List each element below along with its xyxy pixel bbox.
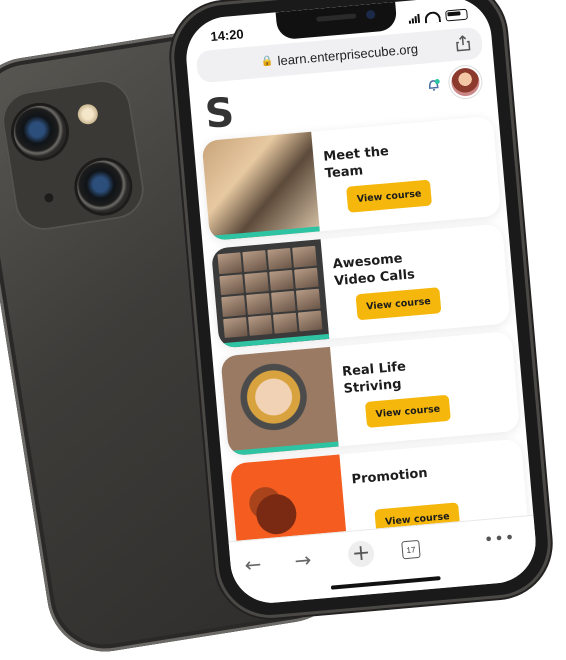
signal-icon	[408, 13, 421, 24]
wifi-icon	[424, 10, 442, 23]
url-text: learn.enterprisecube.org	[276, 40, 419, 68]
course-title: Real Life Striving	[341, 359, 407, 397]
flash-icon	[76, 102, 100, 126]
bell-icon[interactable]	[425, 76, 442, 93]
home-indicator[interactable]	[330, 576, 441, 590]
view-course-button[interactable]: View course	[364, 394, 451, 428]
course-title: Awesome Video Calls	[332, 251, 416, 290]
course-title: Meet the Team	[322, 144, 390, 182]
course-card[interactable]: Real Life Striving View course	[220, 331, 520, 457]
course-card[interactable]: Meet the Team View course	[201, 115, 502, 241]
view-course-button[interactable]: View course	[346, 179, 433, 213]
phone-screen: 14:20 🔒 learn.enterprisecube.org S Meet …	[182, 0, 540, 607]
back-arrow-icon[interactable]: ←	[244, 552, 263, 577]
course-list: Meet the Team View course Awesome Video …	[201, 115, 531, 572]
new-tab-icon[interactable]: +	[347, 539, 376, 569]
course-title: Promotion	[350, 465, 429, 488]
speaker-grille	[316, 13, 357, 22]
more-icon[interactable]: •••	[483, 527, 516, 549]
battery-icon	[445, 8, 468, 22]
app-logo[interactable]: S	[203, 89, 236, 137]
course-thumbnail	[201, 131, 320, 241]
course-card[interactable]: Awesome Video Calls View course	[210, 223, 511, 349]
microphone-dot	[43, 192, 55, 203]
forward-arrow-icon[interactable]: →	[293, 547, 312, 572]
view-course-button[interactable]: View course	[355, 287, 442, 321]
camera-lens-ultrawide	[73, 156, 134, 217]
status-icons	[408, 8, 468, 24]
share-icon[interactable]	[455, 35, 471, 52]
lock-icon: 🔒	[260, 55, 275, 68]
course-thumbnail	[220, 346, 339, 457]
camera-module	[0, 75, 149, 235]
phone-front: 14:20 🔒 learn.enterprisecube.org S Meet …	[169, 0, 553, 620]
course-thumbnail	[210, 239, 330, 349]
camera-lens-wide	[10, 102, 70, 162]
progress-bar	[228, 441, 339, 457]
megaphone-graphic	[254, 492, 299, 536]
tabs-icon[interactable]: 17	[401, 539, 421, 560]
avatar[interactable]	[450, 66, 481, 98]
status-time: 14:20	[209, 25, 245, 44]
front-camera	[365, 9, 376, 20]
progress-bar	[209, 226, 320, 241]
